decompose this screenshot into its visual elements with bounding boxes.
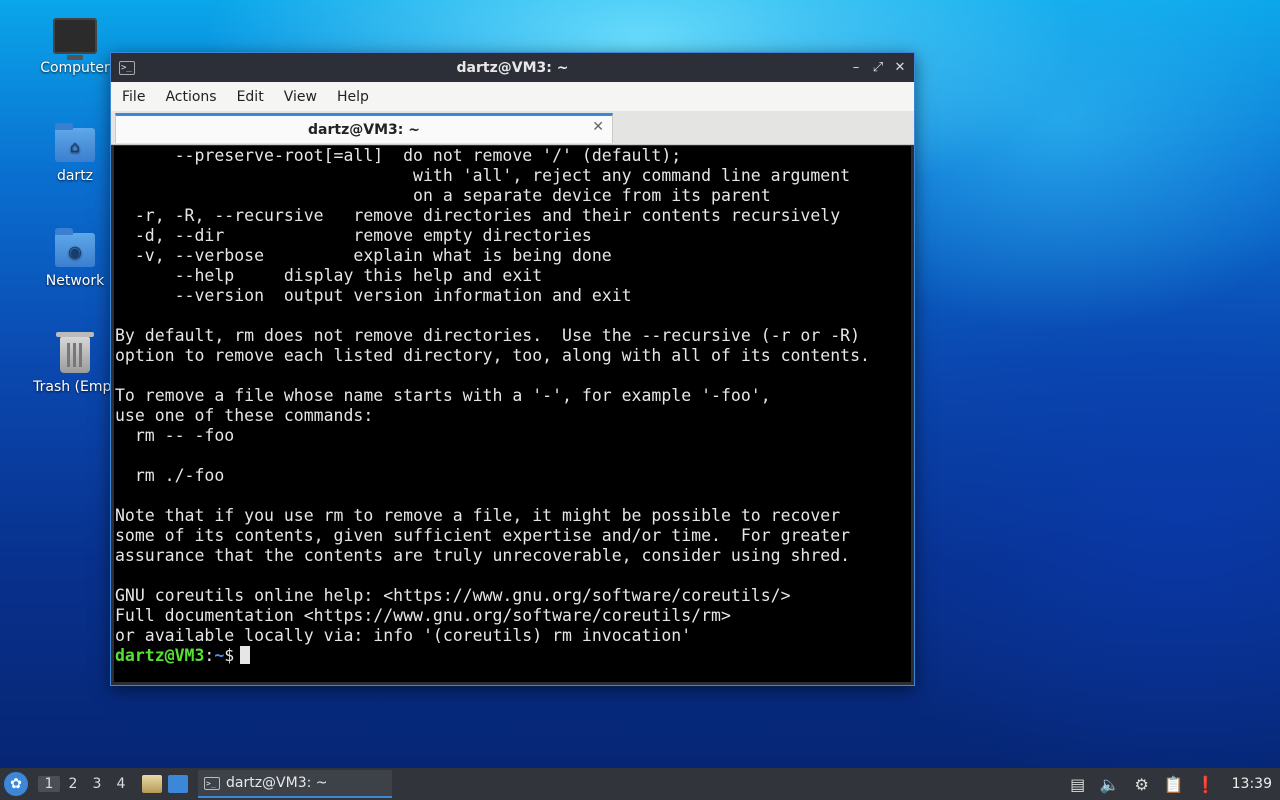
terminal-app-icon: >_ [119,60,135,75]
terminal-output[interactable]: --preserve-root[=all] do not remove '/' … [114,146,911,682]
window-titlebar[interactable]: >_ dartz@VM3: ~ – ⤢ ✕ [111,53,914,82]
menu-edit[interactable]: Edit [230,89,271,105]
volume-icon[interactable]: 🔈 [1100,775,1120,794]
tab-close-icon[interactable]: ✕ [592,119,604,135]
desktop-icon-label: dartz [56,168,94,184]
tab-bar: dartz@VM3: ~ ✕ [111,111,914,145]
keyboard-icon[interactable]: ▤ [1068,775,1088,794]
taskbar-task-terminal[interactable]: >_ dartz@VM3: ~ [198,770,392,798]
desktop-icon-label: Computer [40,60,110,76]
workspace-4[interactable]: 4 [110,776,132,792]
computer-icon [53,18,97,60]
menu-bar: File Actions Edit View Help [111,82,914,111]
home-folder-icon: ⌂ [55,123,95,162]
workspace-3[interactable]: 3 [86,776,108,792]
task-label: dartz@VM3: ~ [226,775,328,791]
minimize-button[interactable]: – [848,60,864,76]
menu-file[interactable]: File [115,89,152,105]
prompt-symbol: $ [224,646,235,665]
prompt-sep: : [204,646,215,665]
file-manager-icon[interactable] [142,775,162,793]
show-desktop-icon[interactable] [168,775,188,793]
clipboard-icon[interactable]: 📋 [1164,775,1184,794]
workspace-1[interactable]: 1 [38,776,60,792]
workspace-2[interactable]: 2 [62,776,84,792]
terminal-window[interactable]: >_ dartz@VM3: ~ – ⤢ ✕ File Actions Edit … [110,52,915,686]
text-cursor [240,646,251,664]
terminal-text: --preserve-root[=all] do not remove '/' … [115,146,870,645]
menu-view[interactable]: View [277,89,324,105]
system-tray: ▤ 🔈 ⚙ 📋 ❗ 13:39 [1068,775,1272,794]
tab-terminal[interactable]: dartz@VM3: ~ ✕ [115,113,613,143]
clock[interactable]: 13:39 [1232,776,1272,792]
tab-label: dartz@VM3: ~ [308,121,420,138]
maximize-button[interactable]: ⤢ [870,60,886,76]
update-icon[interactable]: ❗ [1196,775,1216,794]
network-icon[interactable]: ⚙ [1132,775,1152,794]
close-button[interactable]: ✕ [892,60,908,76]
terminal-prompt-line: dartz@VM3:~$ [114,646,911,666]
taskbar: ✿ 1 2 3 4 >_ dartz@VM3: ~ ▤ 🔈 ⚙ 📋 ❗ 13:3… [0,768,1280,800]
menu-actions[interactable]: Actions [158,89,223,105]
prompt-path: ~ [214,646,225,665]
prompt-user-host: dartz@VM3 [115,646,205,665]
terminal-task-icon: >_ [204,776,220,790]
desktop-icon-label: Trash (Empt [33,379,117,395]
menu-help[interactable]: Help [330,89,376,105]
lxqt-menu-icon[interactable]: ✿ [4,772,28,796]
desktop-icon-label: Network [45,273,105,289]
window-title: dartz@VM3: ~ [456,59,569,76]
trash-icon [56,332,94,373]
network-folder-icon: ◉ [55,228,95,267]
